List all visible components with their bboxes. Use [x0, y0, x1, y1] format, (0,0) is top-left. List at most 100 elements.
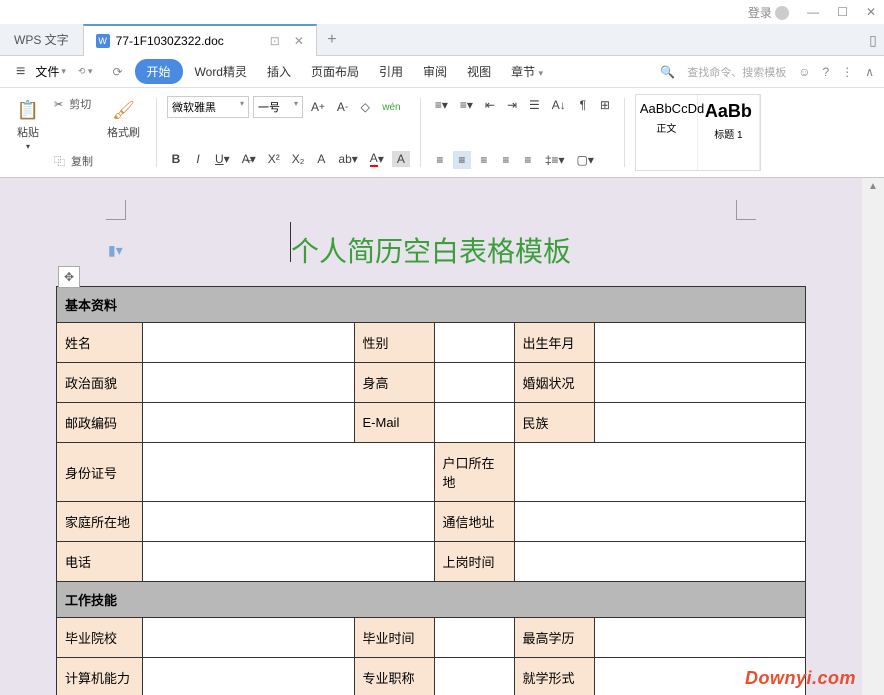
underline-button[interactable]: U▾ — [211, 150, 234, 168]
cell-label[interactable]: 最高学历 — [514, 618, 594, 658]
line-spacing-button[interactable]: ‡≡▾ — [541, 151, 569, 169]
tab-chapter[interactable]: 章节 ▾ — [503, 59, 551, 84]
font-family-select[interactable]: 微软雅黑▾ — [167, 96, 249, 118]
file-menu[interactable]: 文件 ▾ — [35, 63, 66, 80]
font-color-button[interactable]: A▾ — [366, 149, 388, 169]
tab-insert[interactable]: 插入 — [259, 59, 299, 84]
style-normal[interactable]: AaBbCcDd 正文 — [636, 95, 698, 170]
search-icon[interactable]: 🔍 — [660, 65, 675, 79]
document-tab[interactable]: W 77-1F1030Z322.doc ⊡ ✕ — [83, 24, 317, 56]
section-header[interactable]: 工作技能 — [57, 582, 806, 618]
shrink-font-button[interactable]: A- — [333, 98, 352, 116]
cell-label[interactable]: 专业职称 — [354, 658, 434, 695]
resume-table[interactable]: 基本资料 姓名 性别 出生年月 政治面貌 身高 婚姻状况 邮政编码 E-Mail… — [56, 286, 806, 695]
cell-value[interactable] — [514, 502, 806, 542]
cell-label[interactable]: 身份证号 — [57, 443, 143, 502]
numbering-button[interactable]: ≡▾ — [456, 96, 477, 114]
copy-button[interactable]: ⿻ 复制 — [54, 153, 93, 169]
search-input[interactable]: 查找命令、搜索模板 — [687, 64, 786, 80]
cell-value[interactable] — [143, 658, 355, 695]
cell-label[interactable]: 计算机能力 — [57, 658, 143, 695]
minimize-button[interactable]: — — [807, 5, 819, 19]
styles-gallery[interactable]: AaBbCcDd 正文 AaBb 标题 1 — [635, 94, 761, 171]
text-direction-button[interactable]: ☰ — [525, 96, 544, 114]
char-shading-button[interactable]: A — [392, 151, 410, 167]
format-painter-button[interactable]: 🖌 格式刷 — [101, 94, 146, 171]
sort-button[interactable]: A↓ — [548, 96, 570, 114]
cell-label[interactable]: 户口所在地 — [434, 443, 514, 502]
help-icon[interactable]: ☺ — [798, 65, 810, 79]
cell-label[interactable]: 毕业时间 — [354, 618, 434, 658]
app-tab[interactable]: WPS 文字 — [0, 24, 83, 56]
maximize-button[interactable]: ☐ — [837, 5, 848, 19]
cell-value[interactable] — [434, 363, 514, 403]
cell-value[interactable] — [143, 618, 355, 658]
bullets-button[interactable]: ≡▾ — [431, 96, 452, 114]
subscript-button[interactable]: X₂ — [288, 150, 309, 168]
bold-button[interactable]: B — [167, 150, 185, 168]
tab-reference[interactable]: 引用 — [371, 59, 411, 84]
cell-value[interactable] — [143, 502, 435, 542]
align-right-button[interactable]: ≡ — [475, 151, 493, 169]
cell-label[interactable]: 性别 — [354, 323, 434, 363]
tab-options-icon[interactable]: ⊡ — [270, 34, 280, 48]
undo-dropdown[interactable]: ⟲ ▾ — [70, 62, 101, 81]
cell-value[interactable] — [594, 618, 806, 658]
tab-start[interactable]: 开始 — [135, 59, 183, 84]
shading-button[interactable]: ▢▾ — [573, 151, 598, 169]
cell-value[interactable] — [434, 323, 514, 363]
borders-button[interactable]: ⊞ — [596, 96, 614, 114]
cell-label[interactable]: 上岗时间 — [434, 542, 514, 582]
sidebar-toggle-icon[interactable]: ▯ — [862, 28, 884, 54]
cell-value[interactable] — [594, 323, 806, 363]
vertical-scrollbar[interactable]: ▲ — [862, 178, 884, 695]
superscript-button[interactable]: X² — [264, 150, 284, 168]
login-button[interactable]: 登录 — [748, 4, 789, 21]
new-tab-button[interactable]: + — [317, 31, 347, 49]
indent-left-button[interactable]: ⇤ — [481, 96, 499, 114]
paste-button[interactable]: 📋 粘贴▾ — [10, 94, 46, 171]
feedback-icon[interactable]: ? — [823, 65, 830, 79]
char-border-button[interactable]: A — [312, 150, 330, 168]
section-header[interactable]: 基本资料 — [57, 287, 806, 323]
distribute-button[interactable]: ≡ — [519, 151, 537, 169]
cell-value[interactable] — [434, 658, 514, 695]
cell-label[interactable]: E-Mail — [354, 403, 434, 443]
cell-value[interactable] — [143, 443, 435, 502]
cell-value[interactable] — [514, 542, 806, 582]
font-size-select[interactable]: 一号▾ — [253, 96, 303, 118]
cell-label[interactable]: 就学形式 — [514, 658, 594, 695]
cell-label[interactable]: 邮政编码 — [57, 403, 143, 443]
italic-button[interactable]: I — [189, 150, 207, 168]
close-button[interactable]: ✕ — [866, 5, 876, 19]
indent-right-button[interactable]: ⇥ — [503, 96, 521, 114]
cut-button[interactable]: ✂ 剪切 — [54, 96, 93, 112]
tab-review[interactable]: 审阅 — [415, 59, 455, 84]
cell-value[interactable] — [594, 363, 806, 403]
table-move-handle[interactable]: ✥ — [58, 266, 80, 288]
document-area[interactable]: ▮▾ ✥ 个人简历空白表格模板 基本资料 姓名 性别 出生年月 政治面貌 身高 … — [0, 178, 862, 695]
style-heading1[interactable]: AaBb 标题 1 — [698, 95, 760, 170]
cell-label[interactable]: 出生年月 — [514, 323, 594, 363]
cell-label[interactable]: 身高 — [354, 363, 434, 403]
show-marks-button[interactable]: ¶ — [574, 96, 592, 114]
cell-value[interactable] — [514, 443, 806, 502]
cell-value[interactable] — [143, 363, 355, 403]
cell-label[interactable]: 电话 — [57, 542, 143, 582]
clear-format-button[interactable]: ◇ — [356, 98, 374, 116]
cell-value[interactable] — [143, 542, 435, 582]
cell-label[interactable]: 婚姻状况 — [514, 363, 594, 403]
redo-button[interactable]: ⟳ — [104, 61, 130, 83]
cell-label[interactable]: 政治面貌 — [57, 363, 143, 403]
tab-layout[interactable]: 页面布局 — [303, 59, 367, 84]
cell-label[interactable]: 通信地址 — [434, 502, 514, 542]
close-tab-icon[interactable]: ✕ — [294, 34, 304, 48]
cell-value[interactable] — [434, 618, 514, 658]
phonetic-button[interactable]: wén — [378, 100, 404, 115]
cell-value[interactable] — [594, 403, 806, 443]
cell-value[interactable] — [143, 403, 355, 443]
tab-view[interactable]: 视图 — [459, 59, 499, 84]
cell-value[interactable] — [434, 403, 514, 443]
collapse-ribbon-icon[interactable]: ∧ — [865, 65, 874, 79]
strike-button[interactable]: A̶▾ — [238, 150, 260, 168]
